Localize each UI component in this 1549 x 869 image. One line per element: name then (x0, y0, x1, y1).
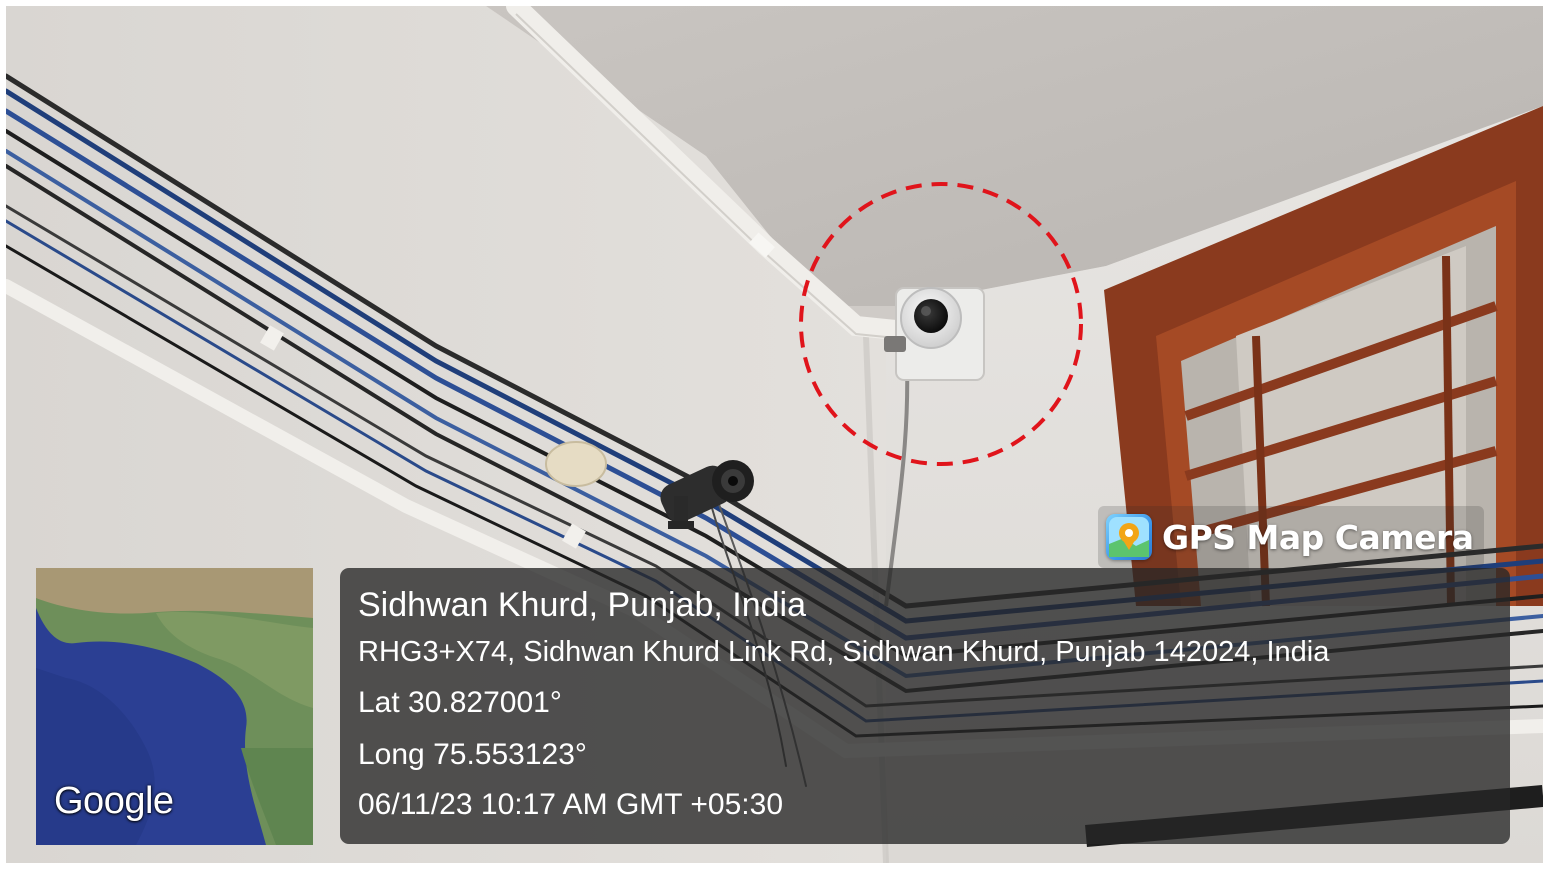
motion-sensor (545, 441, 607, 487)
map-thumbnail: Google (36, 568, 313, 845)
latitude: Lat 30.827001° (358, 686, 562, 719)
dome-cctv-camera (884, 287, 985, 381)
place-name: Sidhwan Khurd, Punjab, India (358, 586, 806, 624)
timestamp: 06/11/23 10:17 AM GMT +05:30 (358, 788, 784, 821)
location-info-panel: Sidhwan Khurd, Punjab, India RHG3+X74, S… (340, 568, 1510, 844)
full-address: RHG3+X74, Sidhwan Khurd Link Rd, Sidhwan… (358, 636, 1330, 668)
watermark-label: GPS Map Camera (1162, 517, 1474, 557)
photo-frame: GPS Map Camera Google Sidhwan Khurd, Pun… (6, 6, 1543, 863)
gps-map-camera-icon (1106, 514, 1152, 560)
app-watermark: GPS Map Camera (1098, 506, 1484, 568)
google-logo: Google (54, 780, 174, 822)
longitude: Long 75.553123° (358, 738, 587, 771)
